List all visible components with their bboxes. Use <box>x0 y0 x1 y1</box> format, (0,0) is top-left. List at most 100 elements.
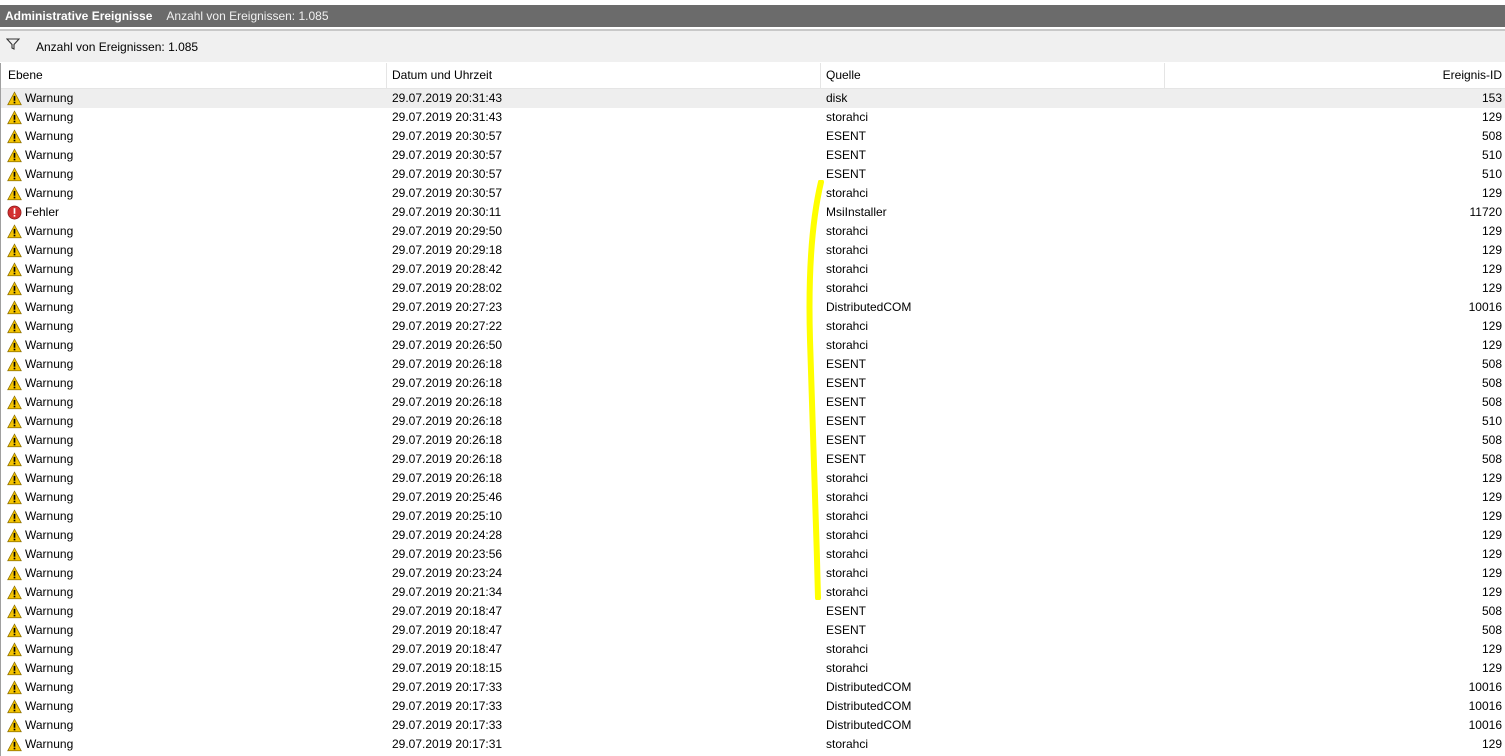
table-row[interactable]: Warnung 29.07.2019 20:23:56 storahci 129 <box>1 545 1505 564</box>
level-text: Warnung <box>25 338 74 352</box>
table-row[interactable]: Warnung 29.07.2019 20:29:18 storahci 129 <box>1 241 1505 260</box>
level-text: Warnung <box>25 471 74 485</box>
source-cell: DistributedCOM <box>826 680 912 694</box>
event-id-cell: 129 <box>1481 281 1502 295</box>
event-id-cell: 129 <box>1481 737 1502 751</box>
filter-icon[interactable] <box>5 37 21 51</box>
warning-icon <box>7 129 25 144</box>
table-row[interactable]: Warnung 29.07.2019 20:31:43 disk 153 <box>1 89 1505 108</box>
level-cell: Warnung <box>7 374 73 393</box>
table-row[interactable]: Warnung 29.07.2019 20:28:02 storahci 129 <box>1 279 1505 298</box>
warning-icon <box>7 167 25 182</box>
event-id-cell: 129 <box>1481 661 1502 675</box>
table-row[interactable]: Fehler 29.07.2019 20:30:11 MsiInstaller 117… <box>1 203 1505 222</box>
table-row[interactable]: Warnung 29.07.2019 20:25:10 storahci 129 <box>1 507 1505 526</box>
table-row[interactable]: Warnung 29.07.2019 20:17:31 storahci 129 <box>1 735 1505 754</box>
level-text: Warnung <box>25 167 74 181</box>
source-cell: storahci <box>826 528 869 542</box>
event-id-cell: 508 <box>1481 376 1502 390</box>
warning-icon <box>7 357 25 372</box>
warning-icon <box>7 300 25 315</box>
warning-icon <box>7 718 25 733</box>
table-row[interactable]: Warnung 29.07.2019 20:26:50 storahci 129 <box>1 336 1505 355</box>
level-cell: Warnung <box>7 393 73 412</box>
table-body: Warnung 29.07.2019 20:31:43 disk 153 Warnung… <box>1 89 1505 754</box>
level-cell: Warnung <box>7 678 73 697</box>
event-id-cell: 129 <box>1481 528 1502 542</box>
level-text: Warnung <box>25 281 74 295</box>
date-cell: 29.07.2019 20:23:24 <box>392 566 503 580</box>
table-row[interactable]: Warnung 29.07.2019 20:26:18 ESENT 508 <box>1 374 1505 393</box>
date-cell: 29.07.2019 20:31:43 <box>392 110 503 124</box>
table-row[interactable]: Warnung 29.07.2019 20:18:15 storahci 129 <box>1 659 1505 678</box>
warning-icon <box>7 699 25 714</box>
table-row[interactable]: Warnung 29.07.2019 20:26:18 ESENT 510 <box>1 412 1505 431</box>
table-row[interactable]: Warnung 29.07.2019 20:30:57 storahci 129 <box>1 184 1505 203</box>
event-id-cell: 129 <box>1481 224 1502 238</box>
level-cell: Warnung <box>7 412 73 431</box>
table-row[interactable]: Warnung 29.07.2019 20:30:57 ESENT 508 <box>1 127 1505 146</box>
source-cell: ESENT <box>826 623 867 637</box>
warning-icon <box>7 547 25 562</box>
warning-icon <box>7 509 25 524</box>
table-row[interactable]: Warnung 29.07.2019 20:21:34 storahci 129 <box>1 583 1505 602</box>
event-id-cell: 129 <box>1481 585 1502 599</box>
table-row[interactable]: Warnung 29.07.2019 20:26:18 ESENT 508 <box>1 393 1505 412</box>
table-row[interactable]: Warnung 29.07.2019 20:31:43 storahci 129 <box>1 108 1505 127</box>
table-row[interactable]: Warnung 29.07.2019 20:28:42 storahci 129 <box>1 260 1505 279</box>
table-row[interactable]: Warnung 29.07.2019 20:18:47 ESENT 508 <box>1 602 1505 621</box>
level-cell: Warnung <box>7 222 73 241</box>
event-id-cell: 508 <box>1481 433 1502 447</box>
table-row[interactable]: Warnung 29.07.2019 20:17:33 DistributedCOM… <box>1 697 1505 716</box>
table-row[interactable]: Warnung 29.07.2019 20:26:18 storahci 129 <box>1 469 1505 488</box>
event-id-cell: 508 <box>1481 452 1502 466</box>
table-row[interactable]: Warnung 29.07.2019 20:18:47 storahci 129 <box>1 640 1505 659</box>
level-text: Warnung <box>25 110 74 124</box>
table-row[interactable]: Warnung 29.07.2019 20:17:33 DistributedCOM… <box>1 716 1505 735</box>
table-row[interactable]: Warnung 29.07.2019 20:26:18 ESENT 508 <box>1 355 1505 374</box>
event-id-cell: 510 <box>1481 414 1502 428</box>
table-row[interactable]: Warnung 29.07.2019 20:17:33 DistributedCOM… <box>1 678 1505 697</box>
table-row[interactable]: Warnung 29.07.2019 20:23:24 storahci 129 <box>1 564 1505 583</box>
source-cell: ESENT <box>826 148 867 162</box>
level-cell: Warnung <box>7 659 73 678</box>
table-row[interactable]: Warnung 29.07.2019 20:24:28 storahci 129 <box>1 526 1505 545</box>
table-row[interactable]: Warnung 29.07.2019 20:29:50 storahci 129 <box>1 222 1505 241</box>
event-id-cell: 153 <box>1481 91 1502 105</box>
level-text: Warnung <box>25 357 74 371</box>
event-id-cell: 10016 <box>1468 699 1502 713</box>
warning-icon <box>7 566 25 581</box>
column-header-level[interactable]: Ebene <box>1 63 387 88</box>
date-cell: 29.07.2019 20:31:43 <box>392 91 503 105</box>
warning-icon <box>7 452 25 467</box>
event-id-cell: 129 <box>1481 642 1502 656</box>
date-cell: 29.07.2019 20:18:47 <box>392 623 503 637</box>
level-text: Warnung <box>25 319 74 333</box>
table-row[interactable]: Warnung 29.07.2019 20:26:18 ESENT 508 <box>1 450 1505 469</box>
event-id-cell: 129 <box>1481 509 1502 523</box>
level-text: Warnung <box>25 148 74 162</box>
date-cell: 29.07.2019 20:29:50 <box>392 224 503 238</box>
warning-icon <box>7 91 25 106</box>
warning-icon <box>7 623 25 638</box>
source-cell: storahci <box>826 319 869 333</box>
date-cell: 29.07.2019 20:26:18 <box>392 395 503 409</box>
table-row[interactable]: Warnung 29.07.2019 20:27:22 storahci 129 <box>1 317 1505 336</box>
event-id-cell: 11720 <box>1469 205 1502 219</box>
table-row[interactable]: Warnung 29.07.2019 20:27:23 DistributedCOM… <box>1 298 1505 317</box>
date-cell: 29.07.2019 20:23:56 <box>392 547 503 561</box>
source-cell: DistributedCOM <box>826 699 912 713</box>
level-cell: Warnung <box>7 450 73 469</box>
column-header-date[interactable]: Datum und Uhrzeit <box>387 63 821 88</box>
table-row[interactable]: Warnung 29.07.2019 20:18:47 ESENT 508 <box>1 621 1505 640</box>
table-row[interactable]: Warnung 29.07.2019 20:25:46 storahci 129 <box>1 488 1505 507</box>
table-row[interactable]: Warnung 29.07.2019 20:30:57 ESENT 510 <box>1 146 1505 165</box>
column-header-source[interactable]: Quelle <box>821 63 1165 88</box>
table-row[interactable]: Warnung 29.07.2019 20:26:18 ESENT 508 <box>1 431 1505 450</box>
date-cell: 29.07.2019 20:26:18 <box>392 433 503 447</box>
column-header-event-id[interactable]: Ereignis-ID <box>1165 63 1505 88</box>
source-cell: ESENT <box>826 395 867 409</box>
date-cell: 29.07.2019 20:17:31 <box>392 737 503 751</box>
level-cell: Warnung <box>7 526 73 545</box>
table-row[interactable]: Warnung 29.07.2019 20:30:57 ESENT 510 <box>1 165 1505 184</box>
